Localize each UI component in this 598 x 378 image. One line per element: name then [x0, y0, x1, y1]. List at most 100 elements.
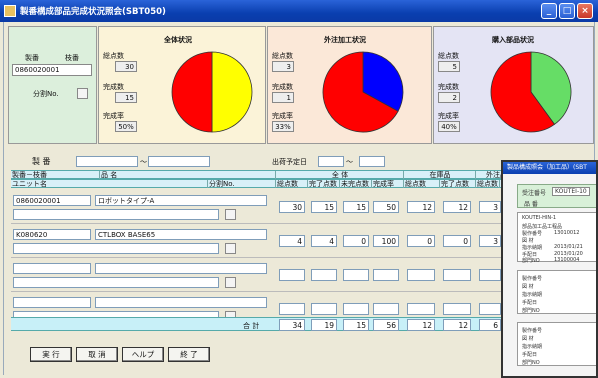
sec3-line-3: 図 材: [522, 336, 534, 342]
row1-undone: 15: [343, 201, 369, 213]
totals-row: 合 計 34 19 15 56 12 12 6: [11, 317, 516, 331]
sec3-line-2: 製作番号: [522, 328, 543, 334]
sec2-line-6: 部門NO: [522, 308, 540, 314]
table-row[interactable]: 0860020001 ロボットタイプ-A 30 15 15 50 12 12 3: [11, 190, 516, 224]
secondary-window-title: 製品構成照会（加工品）(SBT: [503, 162, 596, 174]
outsource-done-value: 1: [272, 92, 294, 103]
row3-undone: [343, 269, 369, 281]
row1-name: ロボットタイプ-A: [95, 195, 267, 206]
outsource-total-label: 総点数: [272, 52, 293, 60]
cancel-button[interactable]: 取 消: [76, 347, 118, 362]
parts-table: 製番－枝番 品 名 全 体 在庫品 外注品 ユニット名 分割No. 総点数 完了…: [11, 170, 516, 335]
overall-done-value: 15: [115, 92, 137, 103]
pie-slice-0: [171, 51, 213, 133]
row1-bunkatsu-checkbox[interactable]: [225, 209, 236, 220]
overall-done-label: 完成数: [103, 83, 124, 91]
row4-undone: [343, 303, 369, 315]
row2-rate: 100: [373, 235, 399, 247]
row4-zaiko-total: [407, 303, 435, 315]
bunkatsu-label: 分割No.: [33, 90, 59, 98]
row4-name: [95, 297, 267, 308]
tilde-1: ～: [140, 158, 147, 166]
row4-code: [13, 297, 91, 308]
sec2-line-2: 製作番号: [522, 276, 543, 282]
secondary-detail-2: 製作番号 図 材 指示納期 手配日 部門NO: [517, 270, 596, 314]
table-row[interactable]: K080620 CTLBOX BASE65 4 4 0 100 0 0 3: [11, 224, 516, 258]
row2-code: K080620: [13, 229, 91, 240]
row3-zaiko-done: [443, 269, 471, 281]
secondary-window[interactable]: 製品構成照会（加工品）(SBT 受注番号 KOUTEI-10 品 番 KOUTE…: [501, 160, 598, 378]
row3-zaiko-total: [407, 269, 435, 281]
row2-bunkatsu-checkbox[interactable]: [225, 243, 236, 254]
row1-gaichu-total: 3: [479, 201, 501, 213]
col-unit: ユニット名: [12, 180, 47, 188]
row2-zaiko-done: 0: [443, 235, 471, 247]
row1-unit: [13, 209, 219, 220]
sec-line-2: 製作番号: [522, 231, 543, 237]
sec-val-2: 2013/01/21: [554, 244, 583, 250]
help-button[interactable]: ヘルプ: [122, 347, 164, 362]
row3-total: [279, 269, 305, 281]
row3-name: [95, 263, 267, 274]
col-zaiko-total: 総点数: [403, 180, 439, 188]
search-seiban-label: 製 番: [32, 157, 51, 166]
maximize-button[interactable]: □: [559, 3, 575, 19]
col-seiban: 製番－枝番: [12, 171, 47, 179]
row2-undone: 0: [343, 235, 369, 247]
row3-bunkatsu-checkbox[interactable]: [225, 277, 236, 288]
row4-gaichu-total: [479, 303, 501, 315]
sec-val-4: 13100004: [554, 257, 580, 263]
row1-zaiko-total: 12: [407, 201, 435, 213]
col-zaiko: 在庫品: [403, 171, 475, 179]
minimize-button[interactable]: _: [541, 3, 557, 19]
outsource-panel: 外注加工状況 総点数 3 完成数 1 完成率 33%: [267, 26, 432, 144]
pie-slice-1: [211, 51, 253, 133]
sec-line-3: 図 材: [522, 238, 534, 244]
overall-title: 全体状況: [164, 36, 192, 44]
seiban-from-input[interactable]: [76, 156, 138, 167]
seiban-to-input[interactable]: [148, 156, 210, 167]
ship-date-to-input[interactable]: [359, 156, 385, 167]
row2-done: 4: [311, 235, 337, 247]
ship-date-from-input[interactable]: [318, 156, 344, 167]
title-bar: 製番構成部品完成状況照会(SBT050) _ □ ×: [0, 0, 598, 22]
exit-button[interactable]: 終 了: [168, 347, 210, 362]
sec2-line-5: 手配日: [522, 300, 538, 306]
purchase-panel: 購入部品状況 総点数 5 完成数 2 完成率 40%: [433, 26, 594, 144]
overall-rate-value: 50%: [115, 121, 137, 132]
purchase-total-label: 総点数: [438, 52, 459, 60]
row3-done: [311, 269, 337, 281]
col-gaichu-total: 総点数: [475, 180, 498, 188]
window-title: 製番構成部品完成状況照会(SBT050): [20, 7, 166, 17]
row1-code: 0860020001: [13, 195, 91, 206]
table-row[interactable]: [11, 258, 516, 292]
col-total: 総点数: [275, 180, 307, 188]
col-done: 完了点数: [307, 180, 337, 188]
close-button[interactable]: ×: [577, 3, 593, 19]
ship-date-label: 出荷予定日: [272, 158, 307, 166]
row3-rate: [373, 269, 399, 281]
seiban-label: 製番: [25, 54, 39, 62]
total-zaiko-total: 12: [407, 319, 435, 331]
overall-panel: 全体状況 総点数 30 完成数 15 完成率 50%: [98, 26, 266, 144]
row4-done: [311, 303, 337, 315]
row1-rate: 50: [373, 201, 399, 213]
overall-total-value: 30: [115, 61, 137, 72]
sec3-line-6: 部門NO: [522, 360, 540, 366]
row2-zaiko-total: 0: [407, 235, 435, 247]
purchase-rate-value: 40%: [438, 121, 460, 132]
overall-pie: [171, 51, 253, 133]
purchase-done-label: 完成数: [438, 83, 459, 91]
outsource-rate-label: 完成率: [272, 112, 293, 120]
row3-unit: [13, 277, 219, 288]
bunkatsu-checkbox[interactable]: [77, 88, 88, 99]
total-undone: 15: [343, 319, 369, 331]
row3-code: [13, 263, 91, 274]
run-button[interactable]: 実 行: [30, 347, 72, 362]
secondary-detail-3: 製作番号 図 材 指示納期 手配日 部門NO: [517, 322, 596, 366]
total-rate: 56: [373, 319, 399, 331]
sec2-line-4: 指示納期: [522, 292, 543, 298]
row4-total: [279, 303, 305, 315]
secondary-order-panel: 受注番号 KOUTEI-10 品 番: [517, 184, 596, 208]
sec3-line-4: 指示納期: [522, 344, 543, 350]
